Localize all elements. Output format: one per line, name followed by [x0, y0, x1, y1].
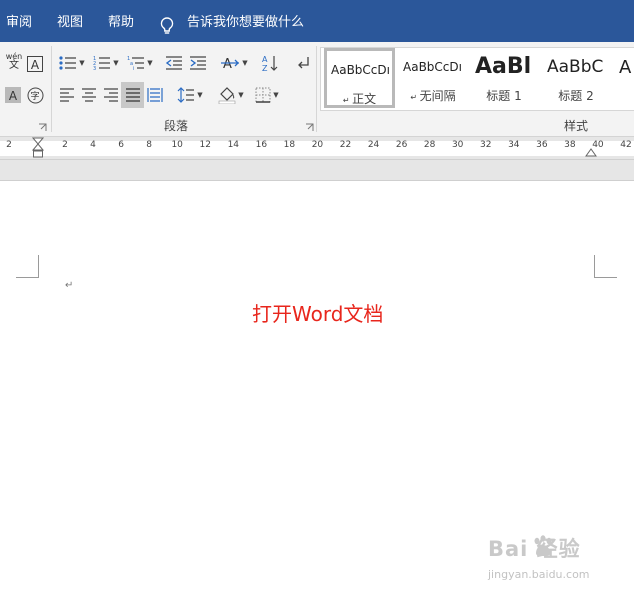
borders-icon — [255, 87, 271, 103]
ribbon: wén 文 A A 字 ▼ 1 2 3 ▼ 1 a i ▼ A ▼ AZ ▼ ▼… — [0, 42, 634, 137]
ruler-tick-label: 8 — [146, 140, 153, 150]
chinese-layout-icon: A — [221, 57, 240, 71]
enclose-characters-button[interactable]: 字 — [25, 84, 45, 106]
numbering-button[interactable]: 1 2 3 ▼ — [91, 52, 121, 74]
font-dialog-launcher[interactable] — [38, 121, 47, 131]
crop-mark-left — [16, 255, 39, 278]
increase-indent-button[interactable] — [187, 52, 209, 74]
menu-bar: 审阅 视图 帮助 告诉我你想要做什么 — [0, 0, 634, 42]
right-indent-marker[interactable] — [585, 147, 597, 157]
distributed-icon — [147, 88, 163, 102]
svg-text:Z: Z — [262, 64, 268, 72]
svg-text:A: A — [223, 57, 232, 71]
ruler-tick-label: 34 — [508, 140, 520, 150]
decrease-indent-button[interactable] — [163, 52, 185, 74]
align-right-button[interactable] — [101, 84, 121, 106]
ruler-tick-label: 38 — [564, 140, 576, 150]
distributed-button[interactable] — [145, 84, 165, 106]
line-spacing-icon — [177, 87, 195, 103]
align-center-button[interactable] — [79, 84, 99, 106]
character-shading-icon: A — [5, 87, 21, 103]
show-paragraph-marks-button[interactable] — [293, 52, 313, 74]
ruler-gap — [0, 160, 634, 181]
sort-icon: AZ — [262, 55, 278, 72]
ruler-tick-label: 30 — [451, 140, 464, 150]
styles-gallery: AaBbCcDı ↵ 正文 AaBbCcDı ↵ 无间隔 AaBl 标题 1 A… — [320, 47, 634, 111]
ruler-tick-label: 14 — [227, 140, 240, 150]
align-center-icon — [82, 88, 96, 102]
ruler-tick-label: 16 — [255, 140, 268, 150]
paragraph-group-label: 段落 — [164, 119, 189, 133]
style-no-spacing[interactable]: AaBbCcDı ↵ 无间隔 — [399, 48, 467, 108]
decrease-indent-icon — [165, 56, 182, 70]
svg-text:A: A — [262, 55, 268, 64]
align-left-button[interactable] — [57, 84, 77, 106]
bullets-button[interactable]: ▼ — [57, 52, 87, 74]
phonetic-guide-button[interactable]: wén 文 — [4, 51, 24, 73]
multilevel-list-icon: 1ai — [127, 56, 145, 71]
svg-text:A: A — [31, 58, 40, 72]
paragraph-mark: ↵ — [65, 280, 74, 291]
character-border-button[interactable]: A — [26, 53, 44, 75]
crop-mark-right — [594, 255, 617, 278]
chinese-layout-button[interactable]: A ▼ — [219, 52, 249, 74]
document-text[interactable]: 打开Word文档 — [252, 298, 383, 327]
ruler-tick-label: 22 — [339, 140, 352, 150]
ruler-tick-label: 42 — [620, 140, 632, 150]
ruler-tick-label: 2 — [6, 140, 12, 150]
menu-help[interactable]: 帮助 — [108, 11, 134, 30]
svg-text:3: 3 — [93, 66, 96, 71]
group-separator — [316, 46, 317, 132]
ruler-tick-label: 12 — [199, 140, 211, 150]
style-heading-2[interactable]: AaBbC 标题 2 — [543, 48, 609, 108]
menu-view[interactable]: 视图 — [57, 11, 83, 30]
ruler-tick-label: 24 — [367, 140, 380, 150]
numbering-icon: 123 — [93, 56, 111, 71]
paragraph-dialog-launcher[interactable] — [305, 121, 314, 131]
ruler-tick-label: 4 — [90, 140, 96, 150]
align-right-icon — [104, 88, 118, 102]
ruler-tick-label: 28 — [423, 140, 436, 150]
styles-group-label: 样式 — [564, 119, 589, 133]
align-left-icon — [60, 88, 74, 102]
svg-text:i: i — [133, 66, 134, 71]
ruler-tick-label: 26 — [395, 140, 408, 150]
style-heading-1[interactable]: AaBl 标题 1 — [471, 48, 537, 108]
paint-bucket-icon — [218, 87, 236, 104]
character-shading-button[interactable]: A — [4, 84, 22, 106]
shading-button[interactable]: ▼ — [216, 84, 246, 106]
style-normal[interactable]: AaBbCcDı ↵ 正文 — [324, 48, 395, 108]
lightbulb-icon[interactable] — [160, 17, 174, 38]
menu-review[interactable]: 审阅 — [6, 11, 32, 30]
group-separator — [51, 46, 52, 132]
ruler-tick-label: 10 — [171, 140, 183, 150]
multilevel-list-button[interactable]: 1 a i ▼ — [125, 52, 155, 74]
document-page[interactable]: ↵ 打开Word文档 Bai 经验 jingyan.baidu.com — [0, 181, 634, 600]
horizontal-ruler[interactable]: 2 2 4 6 8 10 12 14 16 18 20 22 24 26 28 30 32 34 36 38 40 42 — [0, 137, 634, 160]
ruler-tick-label: 32 — [480, 140, 492, 150]
first-line-indent-marker[interactable] — [32, 137, 44, 161]
ruler-tick-label: 2 — [62, 140, 68, 150]
line-spacing-button[interactable]: ▼ — [175, 84, 205, 106]
justify-icon — [125, 88, 140, 102]
borders-button[interactable]: ▼ — [252, 84, 282, 106]
justify-button[interactable] — [121, 82, 144, 108]
ruler-tick-label: 36 — [536, 140, 548, 150]
ruler-tick-label: 18 — [283, 140, 296, 150]
tell-me-search[interactable]: 告诉我你想要做什么 — [187, 11, 304, 30]
ruler-tick-label: 20 — [311, 140, 324, 150]
increase-indent-icon — [190, 56, 206, 70]
ruler-tick-label: 6 — [118, 140, 124, 150]
baidu-paw-icon — [534, 535, 552, 556]
character-border-icon: A — [27, 56, 43, 72]
sort-button[interactable]: AZ — [259, 52, 281, 74]
bullets-icon — [59, 56, 77, 70]
paragraph-mark-icon — [298, 57, 309, 69]
baidu-jingyan-watermark: Bai 经验 jingyan.baidu.com — [488, 535, 590, 581]
style-title[interactable]: A — [615, 48, 634, 108]
svg-text:A: A — [9, 89, 18, 103]
